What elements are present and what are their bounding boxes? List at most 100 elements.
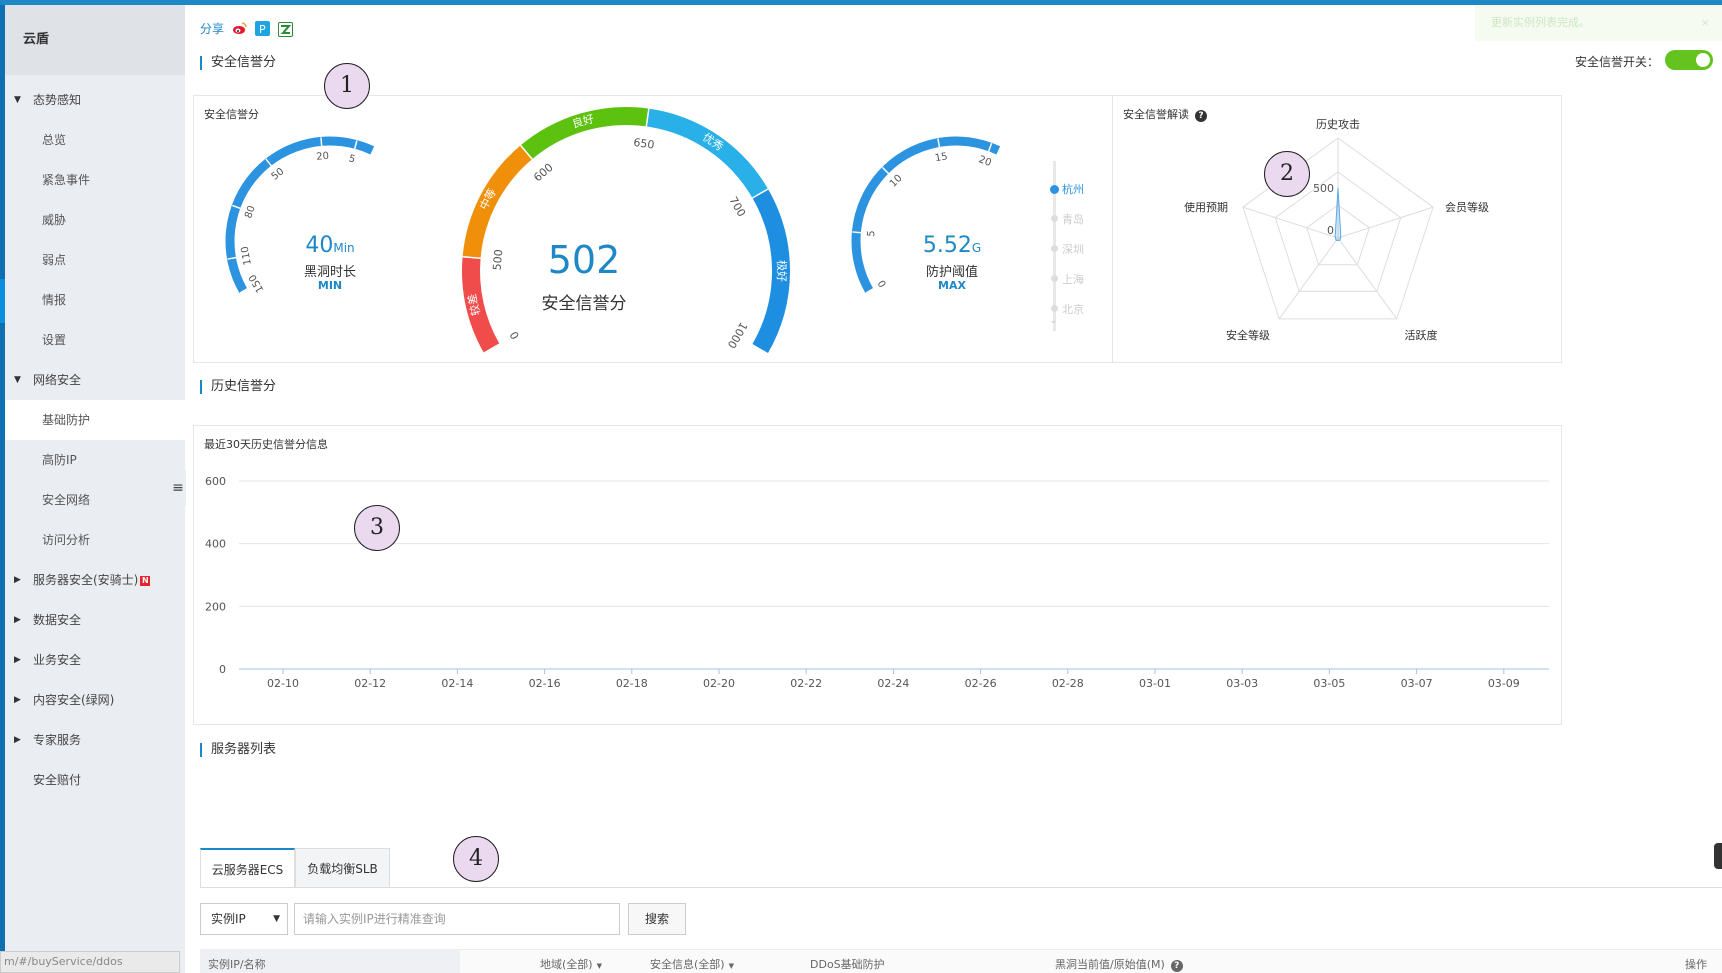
- sidebar-item-label: 设置: [42, 333, 67, 347]
- weibo-icon[interactable]: [231, 21, 247, 36]
- x-tick-label: 02-12: [354, 677, 386, 690]
- radar-spoke: [1278, 237, 1339, 320]
- question-circle-icon[interactable]: ?: [1170, 960, 1183, 972]
- sidebar-item-0[interactable]: ▼ 态势感知: [5, 80, 185, 120]
- sidebar-item-17[interactable]: 安全赔付: [5, 760, 185, 800]
- col-region-label: 地域(全部): [540, 958, 593, 971]
- sidebar-item-11[interactable]: 访问分析: [5, 520, 185, 560]
- caret-down-icon: ▼: [728, 962, 734, 970]
- sidebar-item-label: 威胁: [42, 213, 67, 227]
- sidebar-item-label: 访问分析: [42, 533, 91, 547]
- city-option[interactable]: 上海: [1062, 271, 1084, 287]
- city-option[interactable]: 青岛: [1062, 211, 1084, 227]
- toast-message: 更新实例列表完成。 ×: [1475, 5, 1722, 41]
- filter-select[interactable]: 实例IP ▼: [200, 903, 288, 935]
- city-option[interactable]: 深圳: [1062, 241, 1084, 257]
- sidebar-item-8[interactable]: 基础防护: [5, 400, 185, 440]
- city-dot: [1051, 275, 1058, 282]
- radar-panel: 安全信誉解读? 500 0 历史攻击 会员等级 活跃度 安全等级 使用预期: [1112, 95, 1562, 363]
- radar-axis-label: 历史攻击: [1316, 117, 1360, 131]
- sidebar-item-10[interactable]: 安全网络: [5, 480, 185, 520]
- annotation-marker-4: 4: [453, 836, 499, 882]
- gauge-svg: 150110805020 505006006507001000较差中等良好优秀极好…: [225, 107, 1001, 354]
- caret-down-icon: ▼: [14, 375, 21, 385]
- sidebar-item-12[interactable]: ▶ 服务器安全(安骑士) N: [5, 560, 185, 600]
- x-tick-label: 02-22: [790, 677, 822, 690]
- caret-right-icon: ▶: [14, 695, 21, 705]
- tab-slb[interactable]: 负载均衡SLB: [295, 848, 390, 888]
- sidebar-item-label: 紧急事件: [42, 173, 91, 187]
- blackhole-unit: Min: [333, 241, 355, 255]
- gauge-tick-label: 5: [866, 230, 878, 237]
- gauge-tick-label: 80: [243, 204, 258, 220]
- sidebar-item-15[interactable]: ▶ 内容安全(绿网): [5, 680, 185, 720]
- caret-right-icon: ▶: [14, 575, 21, 585]
- credit-switch-label: 安全信誉开关：: [1575, 55, 1660, 69]
- credit-switch-toggle[interactable]: [1665, 50, 1713, 70]
- y-tick-label: 400: [205, 538, 226, 551]
- x-tick-label: 02-14: [441, 677, 473, 690]
- city-dot: [1050, 185, 1059, 194]
- col-region[interactable]: 地域(全部) ▼: [540, 950, 602, 973]
- sidebar-item-1[interactable]: 总览: [5, 120, 185, 160]
- sidebar-item-label: 高防IP: [42, 453, 77, 467]
- city-dot: [1051, 245, 1058, 252]
- sidebar-item-5[interactable]: 情报: [5, 280, 185, 320]
- sidebar-title: 云盾: [5, 5, 185, 75]
- wechat-icon[interactable]: [277, 22, 293, 37]
- sidebar-item-13[interactable]: ▶ 数据安全: [5, 600, 185, 640]
- share-label[interactable]: 分享: [200, 22, 224, 36]
- gauge-tick-label: 50: [270, 166, 287, 183]
- active-indicator: [0, 279, 5, 323]
- server-section-title: 服务器列表: [200, 743, 276, 757]
- annotation-marker-1: 1: [324, 63, 370, 109]
- caret-down-icon: ▼: [273, 914, 280, 924]
- sidebar-item-9[interactable]: 高防IP: [5, 440, 185, 480]
- sidebar-item-label: 内容安全(绿网): [33, 693, 115, 707]
- col-actions: 操作: [1685, 958, 1707, 971]
- switch-knob: [1696, 53, 1710, 67]
- city-dot: [1051, 305, 1058, 312]
- history-section-title: 历史信誉分: [200, 380, 276, 394]
- x-tick-label: 03-01: [1139, 677, 1171, 690]
- credit-gauge-panel: 安全信誉分 150 110 80 50 20 5 0 500 600 650 700 1000 较差 中等…: [193, 95, 1113, 363]
- caret-right-icon: ▶: [14, 735, 21, 745]
- qzone-icon[interactable]: P: [254, 21, 270, 36]
- y-tick-label: 0: [219, 663, 226, 676]
- blackhole-value: 40: [305, 233, 334, 258]
- threshold-value: 5.52: [922, 233, 972, 258]
- radar-axis-label: 使用预期: [1184, 201, 1228, 214]
- right-side-tab[interactable]: [1714, 843, 1722, 869]
- chevron-down-icon[interactable]: ⌄: [1049, 315, 1057, 326]
- search-button[interactable]: 搜索: [628, 903, 686, 935]
- sidebar-item-16[interactable]: ▶ 专家服务: [5, 720, 185, 760]
- city-option[interactable]: 北京: [1062, 301, 1084, 317]
- toast-close-button[interactable]: ×: [1701, 5, 1710, 41]
- search-input[interactable]: [294, 903, 620, 935]
- y-tick-label: 200: [205, 600, 226, 613]
- gauge-tick-label: 0: [876, 278, 889, 289]
- x-tick-label: 02-18: [616, 677, 648, 690]
- sidebar-item-2[interactable]: 紧急事件: [5, 160, 185, 200]
- tab-ecs[interactable]: 云服务器ECS: [200, 848, 295, 888]
- caret-down-icon: ▼: [14, 95, 21, 105]
- sidebar-item-label: 业务安全: [33, 653, 82, 667]
- radar-spoke: [1242, 206, 1339, 239]
- x-tick-label: 02-16: [529, 677, 561, 690]
- col-security[interactable]: 安全信息(全部) ▼: [650, 950, 734, 973]
- sidebar-item-label: 安全网络: [42, 493, 91, 507]
- city-option[interactable]: 杭州: [1062, 181, 1084, 197]
- sidebar-item-6[interactable]: 设置: [5, 320, 185, 360]
- x-tick-label: 03-03: [1226, 677, 1258, 690]
- svg-text:P: P: [259, 23, 266, 36]
- sidebar-item-label: 数据安全: [33, 613, 82, 627]
- x-tick-label: 03-05: [1313, 677, 1345, 690]
- sidebar-item-7[interactable]: ▼ 网络安全: [5, 360, 185, 400]
- sidebar-item-14[interactable]: ▶ 业务安全: [5, 640, 185, 680]
- sidebar-item-3[interactable]: 威胁: [5, 200, 185, 240]
- sidebar: 云盾 ▼ 态势感知 总览紧急事件威胁弱点 情报设置 ▼ 网络安全 基础防护高防IP 安全网络访…: [0, 5, 185, 973]
- gauge-tick-label: 20: [977, 154, 993, 169]
- x-tick-label: 02-28: [1052, 677, 1084, 690]
- history-chart-panel: 最近30天历史信誉分信息 0 200 400 600 02-10 02-12 02-14 02…: [193, 425, 1562, 725]
- sidebar-item-4[interactable]: 弱点: [5, 240, 185, 280]
